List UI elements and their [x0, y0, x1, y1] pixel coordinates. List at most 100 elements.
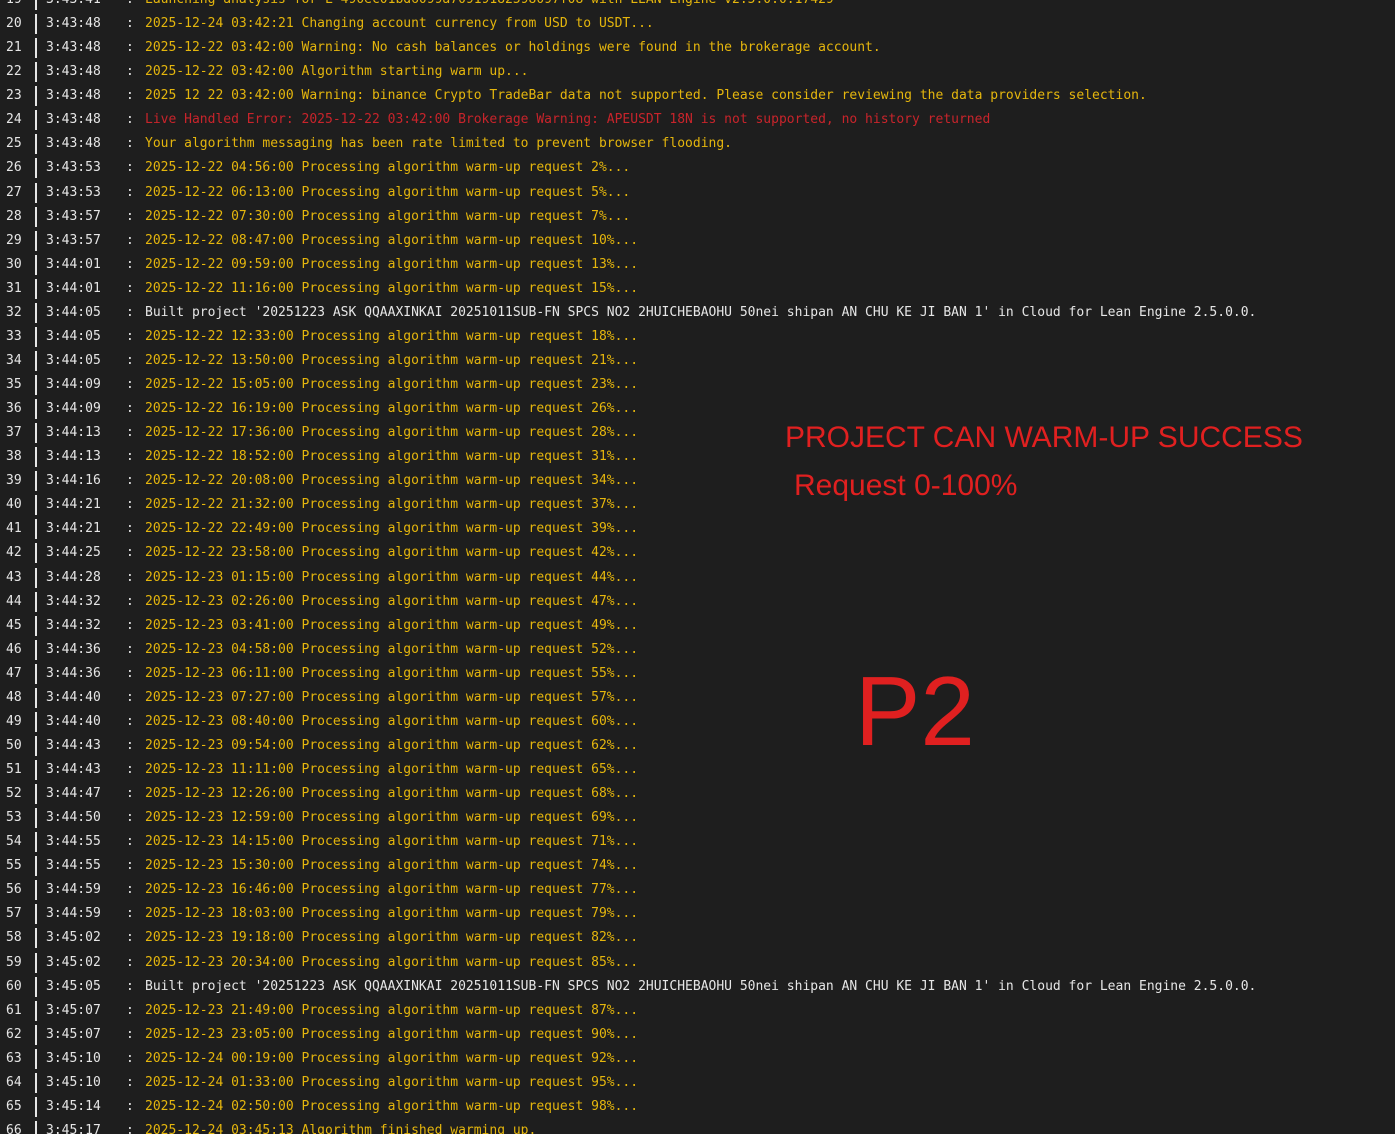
- line-number: 52: [6, 786, 22, 802]
- log-message: 2025-12-22 16:19:00 Processing algorithm…: [145, 401, 639, 417]
- line-separator: [35, 663, 37, 684]
- log-timestamp: 3:44:43: [46, 737, 101, 753]
- log-row: 57 3:44:59:2025-12-23 18:03:00 Processing…: [0, 902, 1395, 926]
- log-timestamp: 3:45:07: [46, 1002, 101, 1018]
- log-timestamp: 3:44:05: [46, 352, 101, 368]
- log-row: 49 3:44:40:2025-12-23 08:40:00 Processing…: [0, 710, 1395, 734]
- console-log-panel[interactable]: 19 3:43:41: Launching analysis for L-490ec…: [0, 0, 1395, 1134]
- log-row: 64 3:45:10:2025-12-24 01:33:00 Processing…: [0, 1071, 1395, 1095]
- line-separator: [35, 62, 37, 83]
- log-timestamp: 3:44:43: [46, 762, 101, 777]
- line-separator: [35, 206, 37, 227]
- log-message: 2025-12-23 01:15:00 Processing algorithm…: [145, 569, 639, 585]
- log-colon: :: [126, 713, 134, 729]
- log-message: 2025-12-22 03:42:00 Warning: No cash bal…: [145, 40, 881, 56]
- log-message: 2025-12-23 02:26:00 Processing algorithm…: [145, 593, 639, 609]
- line-separator: [35, 832, 37, 853]
- log-row: 43 3:44:28:2025-12-23 01:15:00 Processing…: [0, 566, 1395, 590]
- line-separator: [35, 784, 37, 805]
- line-number: 51: [6, 762, 22, 777]
- line-separator: [35, 639, 37, 660]
- line-number: 36: [6, 401, 22, 417]
- log-colon: :: [126, 160, 134, 176]
- log-colon: :: [126, 1050, 134, 1066]
- annotation-title: PROJECT CAN WARM-UP SUCCESS: [785, 421, 1303, 454]
- log-message: 2025-12-23 20:34:00 Processing algorithm…: [145, 954, 639, 970]
- log-colon: :: [126, 786, 134, 802]
- line-number: 23: [6, 88, 22, 104]
- log-row: 48 3:44:40:2025-12-23 07:27:00 Processing…: [0, 686, 1395, 710]
- log-row: 52 3:44:47:2025-12-23 12:26:00 Processing…: [0, 782, 1395, 806]
- log-message: 2025-12-23 14:15:00 Processing algorithm…: [145, 834, 639, 850]
- log-timestamp: 3:45:02: [46, 954, 101, 970]
- log-message: 2025-12-23 21:49:00 Processing algorithm…: [145, 1002, 639, 1018]
- log-timestamp: 3:44:01: [46, 280, 101, 296]
- log-colon: :: [126, 401, 134, 417]
- line-number: 42: [6, 545, 22, 561]
- line-separator: [35, 423, 37, 444]
- log-timestamp: 3:44:13: [46, 449, 101, 465]
- line-separator: [35, 182, 37, 203]
- log-colon: :: [126, 858, 134, 874]
- log-colon: :: [126, 184, 134, 200]
- log-timestamp: 3:44:05: [46, 328, 101, 344]
- line-number: 19: [6, 0, 22, 12]
- log-row: 59 3:45:02:2025-12-23 20:34:00 Processing…: [0, 951, 1395, 975]
- log-timestamp: 3:45:07: [46, 1026, 101, 1042]
- log-message: 2025-12-23 12:59:00 Processing algorithm…: [145, 810, 639, 826]
- line-separator: [35, 1120, 37, 1134]
- line-separator: [35, 350, 37, 371]
- log-timestamp: 3:44:50: [46, 810, 101, 826]
- log-colon: :: [126, 425, 134, 441]
- log-message: 2025-12-24 02:50:00 Processing algorithm…: [145, 1098, 639, 1114]
- log-timestamp: 3:44:21: [46, 497, 101, 513]
- log-timestamp: 3:45:17: [46, 1122, 101, 1134]
- log-colon: :: [126, 689, 134, 705]
- line-separator: [35, 230, 37, 251]
- line-separator: [35, 687, 37, 708]
- log-message: 2025-12-24 03:42:21 Changing account cur…: [145, 16, 654, 32]
- line-separator: [35, 1000, 37, 1021]
- line-separator: [35, 760, 37, 780]
- line-separator: [35, 326, 37, 347]
- log-timestamp: 3:44:05: [46, 304, 101, 320]
- log-row: 23 3:43:48:2025 12 22 03:42:00 Warning: b…: [0, 84, 1395, 108]
- log-timestamp: 3:44:47: [46, 786, 101, 802]
- log-message: 2025-12-22 23:58:00 Processing algorithm…: [145, 545, 639, 561]
- line-separator: [35, 543, 37, 564]
- annotation-page-label: P2: [855, 656, 975, 766]
- log-colon: :: [126, 1002, 134, 1018]
- log-message: 2025-12-22 17:36:00 Processing algorithm…: [145, 425, 639, 441]
- log-timestamp: 3:44:36: [46, 665, 101, 681]
- line-number: 30: [6, 256, 22, 272]
- line-separator: [35, 375, 37, 395]
- line-number: 39: [6, 473, 22, 489]
- log-timestamp: 3:44:13: [46, 425, 101, 441]
- log-colon: :: [126, 112, 134, 128]
- log-row: 28 3:43:57:2025-12-22 07:30:00 Processing…: [0, 205, 1395, 229]
- line-number: 45: [6, 617, 22, 633]
- log-colon: :: [126, 545, 134, 561]
- line-number: 21: [6, 40, 22, 56]
- log-row: 25 3:43:48: Your algorithm messaging has b…: [0, 132, 1395, 156]
- log-row: 42 3:44:25:2025-12-22 23:58:00 Processing…: [0, 541, 1395, 565]
- line-number: 66: [6, 1122, 22, 1134]
- log-colon: :: [126, 665, 134, 681]
- log-message: 2025-12-23 18:03:00 Processing algorithm…: [145, 906, 639, 922]
- line-number: 49: [6, 713, 22, 729]
- line-number: 48: [6, 689, 22, 705]
- line-separator: [35, 591, 37, 612]
- log-row: 22 3:43:48:2025-12-22 03:42:00 Algorithm …: [0, 60, 1395, 84]
- line-number: 40: [6, 497, 22, 513]
- line-number: 41: [6, 521, 22, 537]
- log-row: 54 3:44:55:2025-12-23 14:15:00 Processing…: [0, 830, 1395, 854]
- log-colon: :: [126, 593, 134, 609]
- log-row: 24 3:43:48: Live Handled Error: 2025-12-22…: [0, 108, 1395, 132]
- log-message: 2025-12-22 15:05:00 Processing algorithm…: [145, 377, 639, 392]
- line-separator: [35, 495, 37, 516]
- log-timestamp: 3:43:53: [46, 160, 101, 176]
- log-colon: :: [126, 328, 134, 344]
- line-separator: [35, 38, 37, 59]
- log-message: 2025-12-23 09:54:00 Processing algorithm…: [145, 737, 639, 753]
- log-timestamp: 3:44:59: [46, 882, 101, 898]
